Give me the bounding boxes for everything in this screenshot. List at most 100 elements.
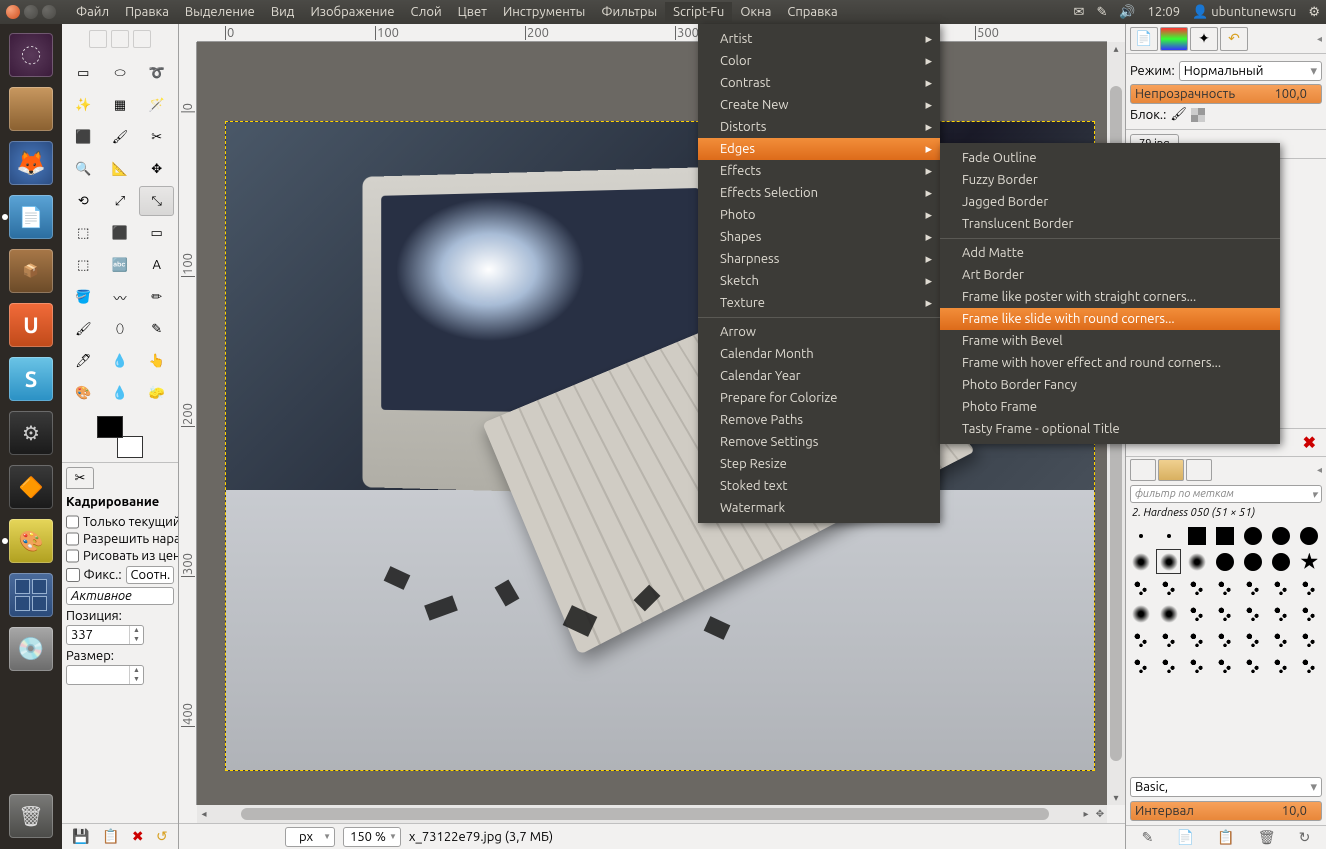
brush-0[interactable] bbox=[1128, 523, 1153, 548]
launcher-skype[interactable]: S bbox=[6, 354, 56, 404]
tool-24[interactable]: 🖌 bbox=[66, 314, 101, 344]
tool-11[interactable]: ✥ bbox=[139, 154, 174, 184]
brush-10[interactable] bbox=[1212, 549, 1237, 574]
window-close-button[interactable] bbox=[6, 5, 20, 19]
brush-4[interactable] bbox=[1241, 523, 1266, 548]
menu-вид[interactable]: Вид bbox=[263, 2, 303, 22]
session-gear-icon[interactable]: ⚙ bbox=[1308, 5, 1320, 20]
tool-25[interactable]: ⬯ bbox=[103, 314, 138, 344]
menuitem-texture[interactable]: Texture bbox=[698, 292, 940, 314]
brush-5[interactable] bbox=[1269, 523, 1294, 548]
tool-23[interactable]: ✏ bbox=[139, 282, 174, 312]
tool-4[interactable]: ▦ bbox=[103, 90, 138, 120]
menuitem-calendar-month[interactable]: Calendar Month bbox=[698, 343, 940, 365]
tool-16[interactable]: ⬛ bbox=[103, 218, 138, 248]
menuitem-sketch[interactable]: Sketch bbox=[698, 270, 940, 292]
user-menu[interactable]: 👤 ubuntunewsru bbox=[1192, 5, 1296, 20]
menuitem-stoked-text[interactable]: Stoked text bbox=[698, 475, 940, 497]
menuitem-jagged-border[interactable]: Jagged Border bbox=[940, 191, 1280, 213]
window-minimize-button[interactable] bbox=[24, 5, 38, 19]
tool-30[interactable]: 🎨 bbox=[66, 378, 101, 408]
menu-справка[interactable]: Справка bbox=[779, 2, 845, 22]
launcher-firefox[interactable]: 🦊 bbox=[6, 138, 56, 188]
gradients-tab[interactable] bbox=[1186, 459, 1212, 481]
menu-script-fu[interactable]: Script-Fu bbox=[665, 2, 732, 22]
tool-27[interactable]: 🖊 bbox=[66, 346, 101, 376]
menuitem-edges[interactable]: Edges bbox=[698, 138, 940, 160]
tool-14[interactable]: ⤡ bbox=[139, 186, 174, 216]
menuitem-create-new[interactable]: Create New bbox=[698, 94, 940, 116]
menuitem-artist[interactable]: Artist bbox=[698, 28, 940, 50]
menu-окна[interactable]: Окна bbox=[732, 2, 779, 22]
clock[interactable]: 12:09 bbox=[1148, 5, 1181, 19]
tool-15[interactable]: ⬚ bbox=[66, 218, 101, 248]
menuitem-effects[interactable]: Effects bbox=[698, 160, 940, 182]
menuitem-tasty-frame-optional-title[interactable]: Tasty Frame - optional Title bbox=[940, 418, 1280, 440]
brush-31[interactable] bbox=[1212, 627, 1237, 652]
tool-19[interactable]: 🔤 bbox=[103, 250, 138, 280]
menuitem-fuzzy-border[interactable]: Fuzzy Border bbox=[940, 169, 1280, 191]
brush-41[interactable] bbox=[1297, 653, 1322, 678]
launcher-files[interactable] bbox=[6, 84, 56, 134]
tool-22[interactable]: 〰 bbox=[103, 282, 138, 312]
fg-bg-swatch[interactable] bbox=[95, 416, 145, 458]
brush-21[interactable] bbox=[1128, 601, 1153, 626]
brush-8[interactable] bbox=[1156, 549, 1181, 574]
dock-menu-icon[interactable]: ◂ bbox=[1317, 33, 1322, 45]
tool-options-tab[interactable]: ✂ bbox=[66, 467, 94, 489]
brush-preset-dropdown[interactable]: Basic, bbox=[1130, 777, 1322, 797]
brush-16[interactable] bbox=[1184, 575, 1209, 600]
menuitem-photo-frame[interactable]: Photo Frame bbox=[940, 396, 1280, 418]
launcher-ubuntuone[interactable]: U bbox=[6, 300, 56, 350]
channels-tab[interactable] bbox=[1160, 27, 1188, 51]
tool-21[interactable]: 🪣 bbox=[66, 282, 101, 312]
tool-3[interactable]: ✨ bbox=[66, 90, 101, 120]
mode-dropdown[interactable]: Нормальный bbox=[1179, 61, 1322, 81]
menu-выделение[interactable]: Выделение bbox=[177, 2, 263, 22]
launcher-vlc[interactable]: 🔶 bbox=[6, 462, 56, 512]
menuitem-arrow[interactable]: Arrow bbox=[698, 321, 940, 343]
horizontal-scrollbar[interactable]: ◂▸✥ bbox=[197, 805, 1107, 823]
menuitem-frame-like-poster-with-straight-corners[interactable]: Frame like poster with straight corners.… bbox=[940, 286, 1280, 308]
brush-2[interactable] bbox=[1184, 523, 1209, 548]
brush-filter-input[interactable]: фильтр по меткам bbox=[1130, 485, 1322, 503]
tool-2[interactable]: ➰ bbox=[139, 58, 174, 88]
brush-22[interactable] bbox=[1156, 601, 1181, 626]
brush-25[interactable] bbox=[1241, 601, 1266, 626]
tool-10[interactable]: 📐 bbox=[103, 154, 138, 184]
brush-28[interactable] bbox=[1128, 627, 1153, 652]
tool-31[interactable]: 💧 bbox=[103, 378, 138, 408]
tool-18[interactable]: ⬚ bbox=[66, 250, 101, 280]
reset-options-icon[interactable]: ↺ bbox=[156, 828, 168, 845]
menu-правка[interactable]: Правка bbox=[117, 2, 177, 22]
tool-5[interactable]: 🪄 bbox=[139, 90, 174, 120]
launcher-settings[interactable]: ⚙ bbox=[6, 408, 56, 458]
input-method-icon[interactable]: ✎ bbox=[1096, 5, 1107, 20]
brush-15[interactable] bbox=[1156, 575, 1181, 600]
menuitem-step-resize[interactable]: Step Resize bbox=[698, 453, 940, 475]
scroll-up-icon[interactable]: ▴ bbox=[1109, 42, 1123, 56]
menuitem-fade-outline[interactable]: Fade Outline bbox=[940, 147, 1280, 169]
menuitem-translucent-border[interactable]: Translucent Border bbox=[940, 213, 1280, 235]
menuitem-watermark[interactable]: Watermark bbox=[698, 497, 940, 519]
menu-слой[interactable]: Слой bbox=[403, 2, 450, 22]
brush-26[interactable] bbox=[1269, 601, 1294, 626]
brush-18[interactable] bbox=[1241, 575, 1266, 600]
menuitem-frame-like-slide-with-round-corners[interactable]: Frame like slide with round corners... bbox=[940, 308, 1280, 330]
brush-17[interactable] bbox=[1212, 575, 1237, 600]
opt-active-field[interactable]: Активное bbox=[66, 587, 174, 605]
tool-12[interactable]: ⟲ bbox=[66, 186, 101, 216]
brush-19[interactable] bbox=[1269, 575, 1294, 600]
menuitem-add-matte[interactable]: Add Matte bbox=[940, 242, 1280, 264]
brush-9[interactable] bbox=[1184, 549, 1209, 574]
launcher-trash[interactable]: 🗑 bbox=[6, 791, 56, 841]
tool-8[interactable]: ✂ bbox=[139, 122, 174, 152]
nav-preview-icon[interactable]: ✥ bbox=[1093, 807, 1107, 821]
new-brush-icon[interactable]: 📄 bbox=[1176, 829, 1193, 846]
tool-13[interactable]: ⤢ bbox=[103, 186, 138, 216]
brush-11[interactable] bbox=[1241, 549, 1266, 574]
brush-24[interactable] bbox=[1212, 601, 1237, 626]
scroll-left-icon[interactable]: ◂ bbox=[197, 807, 211, 821]
menuitem-remove-paths[interactable]: Remove Paths bbox=[698, 409, 940, 431]
menu-фильтры[interactable]: Фильтры bbox=[593, 2, 665, 22]
